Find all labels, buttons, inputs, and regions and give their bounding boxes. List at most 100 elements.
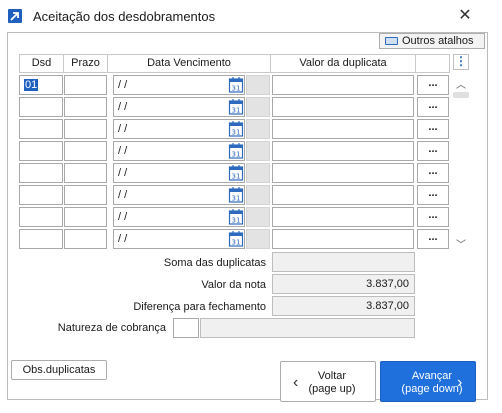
natureza-cobranca-code-input[interactable]	[173, 318, 199, 338]
dsd-cell[interactable]	[19, 163, 63, 183]
calendar-icon[interactable]: 31	[228, 120, 244, 138]
voltar-text: Voltar (page up)	[301, 370, 363, 396]
valor-duplicata-input[interactable]	[272, 97, 414, 117]
dsd-cell[interactable]: 01	[19, 75, 63, 95]
soma-duplicatas-label: Soma das duplicatas	[163, 257, 266, 269]
dsd-cell[interactable]	[19, 207, 63, 227]
valor-duplicata-input[interactable]	[272, 75, 414, 95]
row-details-button[interactable]: ...	[417, 141, 449, 161]
row-details-button[interactable]: ...	[417, 97, 449, 117]
arrow-up-right-icon	[8, 9, 22, 23]
prazo-input[interactable]	[64, 207, 107, 227]
date-spacer	[246, 141, 270, 161]
dsd-cell[interactable]	[19, 141, 63, 161]
data-vencimento-input[interactable]: / /	[113, 119, 245, 139]
row-details-button[interactable]: ...	[417, 163, 449, 183]
valor-duplicata-input[interactable]	[272, 119, 414, 139]
svg-text:31: 31	[232, 151, 241, 159]
natureza-cobranca-description	[200, 318, 415, 338]
prazo-input[interactable]	[64, 75, 107, 95]
svg-text:31: 31	[232, 217, 241, 225]
valor-duplicata-input[interactable]	[272, 163, 414, 183]
dsd-cell[interactable]	[19, 185, 63, 205]
avancar-button[interactable]: Avançar (page down) ›	[380, 361, 476, 402]
column-header-dsd: Dsd	[19, 54, 64, 73]
prazo-input[interactable]	[64, 229, 107, 249]
row-details-button[interactable]: ...	[417, 185, 449, 205]
date-spacer	[246, 163, 270, 183]
svg-text:31: 31	[232, 129, 241, 137]
date-spacer	[246, 75, 270, 95]
soma-duplicatas-field	[272, 252, 415, 272]
svg-text:31: 31	[232, 107, 241, 115]
data-vencimento-input[interactable]: / /	[113, 163, 245, 183]
column-header-valor: Valor da duplicata	[270, 54, 416, 73]
data-vencimento-input[interactable]: / /	[113, 229, 245, 249]
row-details-button[interactable]: ...	[417, 207, 449, 227]
calendar-icon[interactable]: 31	[228, 142, 244, 160]
outros-atalhos-label: Outros atalhos	[402, 35, 474, 47]
calendar-icon[interactable]: 31	[228, 76, 244, 94]
voltar-label: Voltar	[317, 370, 347, 382]
svg-text:31: 31	[232, 85, 241, 93]
calendar-icon[interactable]: 31	[228, 98, 244, 116]
outros-atalhos-button[interactable]: Outros atalhos	[379, 33, 485, 49]
column-header-prazo: Prazo	[63, 54, 108, 73]
row-details-button[interactable]: ...	[417, 229, 449, 249]
avancar-label: Avançar	[411, 370, 453, 382]
title-bar: Aceitação dos desdobramentos ✕	[0, 0, 502, 32]
prazo-input[interactable]	[64, 119, 107, 139]
data-vencimento-input[interactable]: / /	[113, 207, 245, 227]
diferenca-fechamento-field: 3.837,00	[272, 296, 415, 316]
keyboard-icon	[385, 37, 398, 45]
calendar-icon[interactable]: 31	[228, 186, 244, 204]
avancar-shortcut: (page down)	[401, 383, 463, 395]
column-header-data-vencimento: Data Vencimento	[107, 54, 271, 73]
svg-text:31: 31	[232, 239, 241, 247]
avancar-text: Avançar (page down)	[401, 370, 463, 396]
column-header-actions	[415, 54, 450, 73]
voltar-button[interactable]: ‹ Voltar (page up)	[280, 361, 376, 402]
svg-text:31: 31	[232, 173, 241, 181]
scrollbar-thumb[interactable]	[453, 92, 469, 98]
date-spacer	[246, 229, 270, 249]
chevron-right-icon: ›	[457, 374, 463, 391]
scroll-up-button[interactable]: ︿	[453, 76, 469, 91]
diferenca-fechamento-label: Diferença para fechamento	[133, 301, 266, 313]
valor-duplicata-input[interactable]	[272, 185, 414, 205]
chevron-left-icon: ‹	[293, 374, 299, 391]
more-options-button[interactable]: ⋮	[453, 54, 469, 70]
valor-duplicata-input[interactable]	[272, 229, 414, 249]
calendar-icon[interactable]: 31	[228, 230, 244, 248]
dsd-cell[interactable]	[19, 119, 63, 139]
calendar-icon[interactable]: 31	[228, 208, 244, 226]
data-vencimento-input[interactable]: / /	[113, 141, 245, 161]
valor-nota-label: Valor da nota	[201, 279, 266, 291]
date-spacer	[246, 119, 270, 139]
dsd-cell[interactable]	[19, 229, 63, 249]
data-vencimento-input[interactable]: / /	[113, 75, 245, 95]
prazo-input[interactable]	[64, 185, 107, 205]
prazo-input[interactable]	[64, 163, 107, 183]
valor-duplicata-input[interactable]	[272, 207, 414, 227]
scroll-down-button[interactable]: ﹀	[453, 236, 469, 251]
row-details-button[interactable]: ...	[417, 119, 449, 139]
window-title: Aceitação dos desdobramentos	[33, 9, 216, 24]
voltar-shortcut: (page up)	[308, 383, 356, 395]
valor-nota-field: 3.837,00	[272, 274, 415, 294]
close-button[interactable]: ✕	[452, 3, 478, 29]
date-spacer	[246, 207, 270, 227]
data-vencimento-input[interactable]: / /	[113, 185, 245, 205]
row-details-button[interactable]: ...	[417, 75, 449, 95]
obs-duplicatas-button[interactable]: Obs.duplicatas	[11, 360, 107, 380]
dsd-cell[interactable]	[19, 97, 63, 117]
valor-duplicata-input[interactable]	[272, 141, 414, 161]
date-spacer	[246, 97, 270, 117]
dsd-value: 01	[24, 79, 39, 91]
data-vencimento-input[interactable]: / /	[113, 97, 245, 117]
svg-text:31: 31	[232, 195, 241, 203]
natureza-cobranca-label: Natureza de cobrança	[57, 322, 166, 334]
prazo-input[interactable]	[64, 141, 107, 161]
calendar-icon[interactable]: 31	[228, 164, 244, 182]
prazo-input[interactable]	[64, 97, 107, 117]
